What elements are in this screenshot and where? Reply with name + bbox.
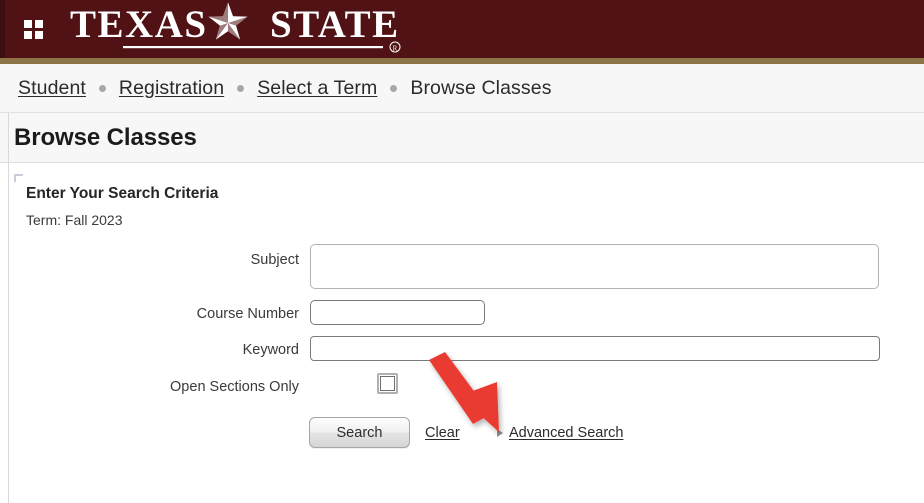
subject-label: Subject: [250, 252, 299, 268]
search-button[interactable]: Search: [309, 417, 410, 448]
texas-state-logo[interactable]: TEXAS STATE R: [70, 2, 405, 54]
form-legend: Enter Your Search Criteria: [26, 185, 219, 202]
browse-classes-page: TEXAS STATE R Student Registration Selec…: [0, 0, 924, 503]
term-label: Term: Fall 2023: [26, 212, 123, 228]
breadcrumb-separator: [98, 84, 106, 92]
subject-input[interactable]: [310, 244, 879, 289]
breadcrumb-item-select-a-term[interactable]: Select a Term: [257, 77, 377, 100]
banner-left-strip: [0, 0, 5, 58]
site-header-banner: TEXAS STATE R: [0, 0, 924, 58]
chevron-right-icon[interactable]: [497, 429, 503, 437]
keyword-label: Keyword: [242, 342, 299, 358]
breadcrumb-separator: [237, 84, 245, 92]
svg-text:R: R: [393, 45, 398, 53]
search-criteria-form: Enter Your Search Criteria Term: Fall 20…: [9, 164, 924, 503]
breadcrumb-item-student[interactable]: Student: [18, 77, 86, 100]
svg-text:TEXAS: TEXAS: [70, 3, 208, 46]
svg-text:STATE: STATE: [270, 3, 400, 46]
fieldset-corner-marker: [14, 174, 23, 182]
open-sections-only-label: Open Sections Only: [170, 379, 299, 395]
breadcrumb: Student Registration Select a Term Brows…: [0, 64, 924, 113]
page-header: Browse Classes: [0, 113, 924, 163]
open-sections-only-checkbox[interactable]: [377, 373, 398, 394]
clear-link[interactable]: Clear: [425, 425, 460, 441]
grid-menu-icon[interactable]: [24, 20, 43, 39]
advanced-search-link[interactable]: Advanced Search: [509, 425, 623, 441]
course-number-input[interactable]: [310, 300, 485, 325]
keyword-input[interactable]: [310, 336, 880, 361]
breadcrumb-item-registration[interactable]: Registration: [119, 77, 224, 100]
course-number-label: Course Number: [196, 306, 299, 322]
breadcrumb-item-browse-classes: Browse Classes: [410, 76, 552, 99]
page-title: Browse Classes: [14, 123, 197, 151]
breadcrumb-separator: [390, 84, 398, 92]
